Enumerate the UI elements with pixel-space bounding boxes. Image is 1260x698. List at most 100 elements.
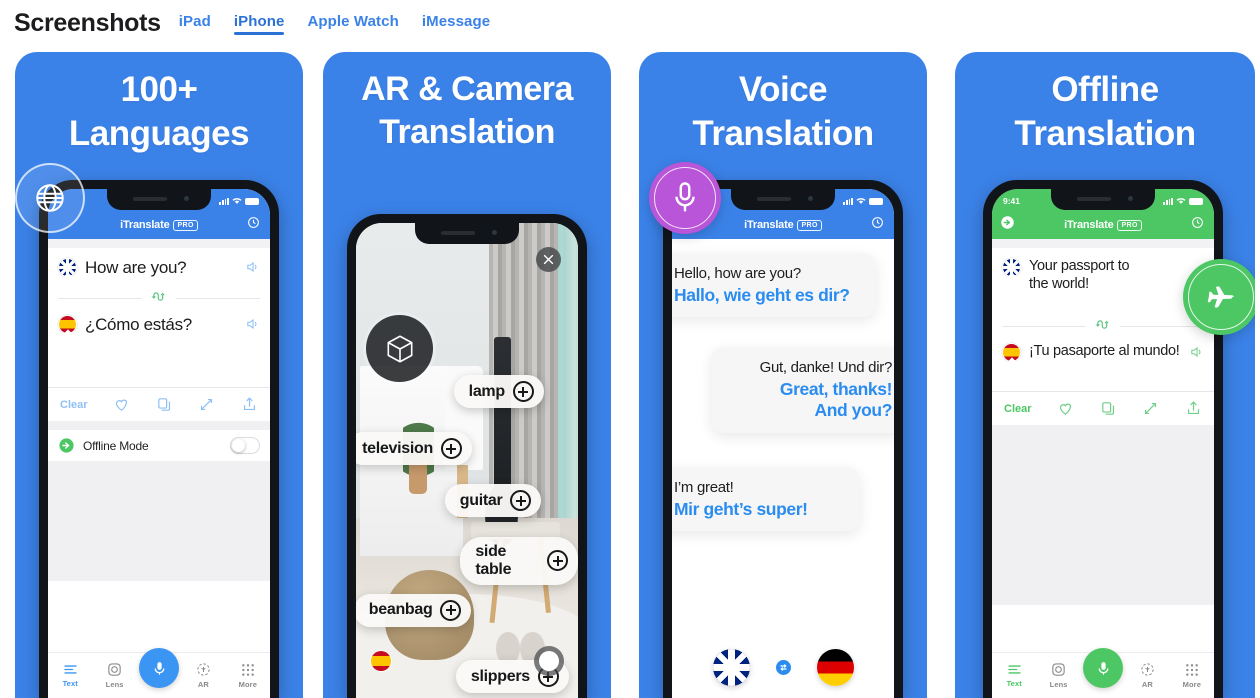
- ar-mode-button[interactable]: [366, 315, 433, 382]
- target-row[interactable]: ¡Tu pasaporte al mundo!: [992, 333, 1214, 370]
- tabbar-item-lens[interactable]: Lens: [92, 653, 136, 698]
- heart-icon[interactable]: [1057, 400, 1074, 417]
- tab-imessage[interactable]: iMessage: [422, 13, 490, 34]
- ar-object-chip[interactable]: guitar: [444, 484, 542, 518]
- tabbar-item-text[interactable]: Text: [48, 653, 92, 698]
- swap-languages-button[interactable]: [1086, 317, 1120, 336]
- microphone-badge: [649, 162, 721, 234]
- empty-area: [992, 425, 1214, 605]
- globe-icon: [36, 184, 64, 212]
- app-navbar: iTranslate PRO: [992, 211, 1214, 239]
- swap-languages-button[interactable]: [775, 660, 791, 675]
- conversation-bubble[interactable]: I’m great! Mir geht’s super!: [672, 467, 860, 532]
- battery-icon: [1189, 197, 1203, 205]
- history-icon: [248, 217, 259, 228]
- speak-target-button[interactable]: [1189, 345, 1204, 364]
- screenshot-card-ar-camera[interactable]: AR & Camera Translation lamp television …: [323, 52, 611, 698]
- ar-language-flag[interactable]: [370, 650, 392, 672]
- ar-object-chip[interactable]: beanbag: [356, 593, 472, 627]
- tabbar-item-more[interactable]: More: [226, 653, 270, 698]
- signal-icon: [219, 197, 229, 205]
- microphone-icon: [1098, 661, 1108, 675]
- conversation-panel: Hello, how are you? Hallo, wie geht es d…: [672, 239, 894, 698]
- source-flag-pin: [58, 258, 77, 284]
- offline-mode-row[interactable]: Offline Mode: [48, 430, 270, 461]
- tabbar-item-lens[interactable]: Lens: [1036, 653, 1080, 698]
- tab-iphone[interactable]: iPhone: [233, 13, 285, 35]
- speak-source-button[interactable]: [245, 260, 260, 279]
- tabbar-item-ar[interactable]: AR: [1125, 653, 1169, 698]
- history-button[interactable]: [871, 216, 884, 234]
- conversation-bubble[interactable]: Gut, danke! Und dir? Great, thanks! And …: [711, 347, 894, 434]
- offline-indicator-button[interactable]: [1000, 215, 1015, 235]
- shutter-button[interactable]: [534, 646, 564, 676]
- tabbar-item-more[interactable]: More: [1170, 653, 1214, 698]
- add-icon[interactable]: [510, 490, 532, 512]
- target-flag-pin: [1002, 343, 1021, 370]
- add-icon[interactable]: [512, 381, 534, 402]
- target-row[interactable]: ¿Cómo estás?: [48, 305, 270, 341]
- phone-screen: iTranslate PRO How are you? ¿Cómo estás?…: [48, 189, 270, 698]
- speak-target-button[interactable]: [245, 317, 260, 336]
- front-camera: [184, 196, 189, 201]
- heart-icon[interactable]: [113, 396, 130, 413]
- swap-languages-button[interactable]: [142, 289, 176, 307]
- share-icon[interactable]: [1185, 400, 1202, 417]
- add-icon[interactable]: [440, 599, 462, 621]
- clear-button[interactable]: Clear: [1004, 403, 1032, 415]
- ar-object-chip[interactable]: television: [356, 432, 472, 465]
- add-icon[interactable]: [440, 438, 462, 459]
- ar-object-label: side table: [475, 542, 512, 578]
- screenshot-card-voice[interactable]: Voice Translation iTranslate PRO Hello, …: [639, 52, 927, 698]
- copy-icon[interactable]: [1100, 400, 1117, 417]
- screenshot-card-offline[interactable]: Offline Translation 9:41 iTranslate PRO …: [955, 52, 1255, 698]
- ar-object-chip[interactable]: lamp: [453, 375, 544, 408]
- status-indicators: [1163, 197, 1203, 205]
- expand-icon[interactable]: [1142, 400, 1159, 417]
- tabbar-item-ar[interactable]: AR: [181, 653, 225, 698]
- from-language-button[interactable]: [712, 649, 750, 686]
- expand-icon[interactable]: [198, 396, 215, 413]
- ar-object-chip[interactable]: side table: [460, 536, 578, 585]
- phone-screen: 9:41 iTranslate PRO Your passport to the…: [992, 189, 1214, 698]
- phone-notch: [1051, 189, 1155, 210]
- screenshot-card-languages[interactable]: 100+ Languages iTranslate PRO How are yo…: [15, 52, 303, 698]
- speaker-grille: [441, 231, 475, 235]
- offline-mode-label: Offline Mode: [83, 438, 149, 453]
- swap-divider: [48, 289, 270, 307]
- status-time: 9:41: [1003, 196, 1021, 206]
- text-icon: [1008, 665, 1021, 674]
- swap-icon: [152, 292, 165, 301]
- tabbar-item-text[interactable]: Text: [992, 653, 1036, 698]
- to-language-button[interactable]: [816, 649, 854, 686]
- add-icon[interactable]: [547, 550, 568, 571]
- app-navbar: iTranslate PRO: [48, 211, 270, 239]
- pro-badge: PRO: [1117, 219, 1142, 231]
- offline-mode-toggle[interactable]: [230, 437, 260, 454]
- bubble-source-text: Gut, danke! Und dir?: [759, 359, 893, 376]
- conversation-bubble[interactable]: Hello, how are you? Hallo, wie geht es d…: [672, 253, 876, 318]
- offline-icon: [1001, 216, 1014, 229]
- source-row[interactable]: Your passport to the world!: [992, 248, 1214, 293]
- more-icon: [241, 663, 254, 676]
- share-icon[interactable]: [241, 396, 258, 413]
- voice-fab-button[interactable]: [139, 648, 179, 688]
- source-text: Your passport to the world!: [1029, 258, 1130, 292]
- ar-object-label: lamp: [468, 382, 505, 400]
- signal-icon: [1163, 197, 1173, 205]
- close-ar-button[interactable]: [536, 247, 561, 272]
- battery-icon: [245, 197, 259, 205]
- history-button[interactable]: [1191, 216, 1204, 234]
- tab-apple-watch[interactable]: Apple Watch: [307, 13, 398, 34]
- clear-button[interactable]: Clear: [60, 399, 88, 411]
- tab-ipad[interactable]: iPad: [179, 13, 211, 34]
- uk-flag-icon: [712, 649, 750, 686]
- history-icon: [1192, 217, 1203, 228]
- ar-icon: [1141, 663, 1154, 676]
- copy-icon[interactable]: [156, 396, 173, 413]
- source-row[interactable]: How are you?: [48, 248, 270, 284]
- swap-divider: [992, 317, 1214, 336]
- history-button[interactable]: [247, 216, 260, 234]
- text-icon: [64, 665, 77, 674]
- voice-fab-button[interactable]: [1083, 648, 1123, 688]
